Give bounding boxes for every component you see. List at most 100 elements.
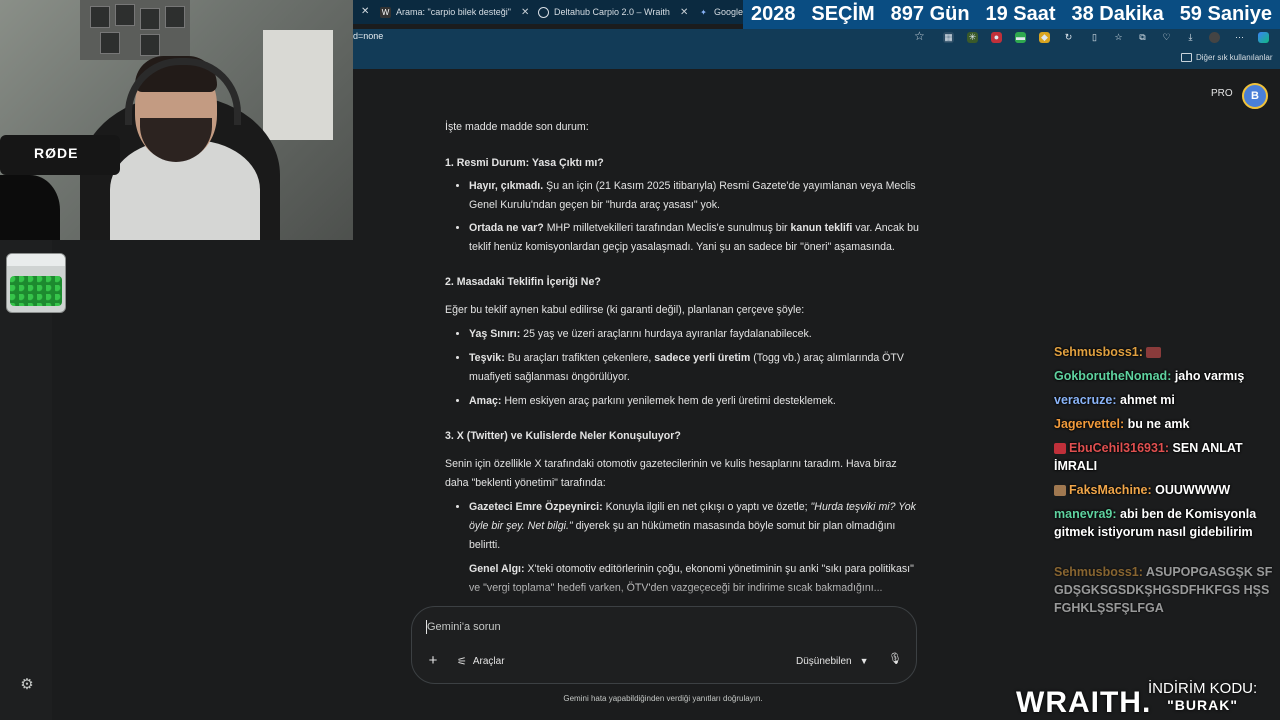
extension-icon[interactable]: ● — [991, 32, 1002, 43]
tab-deltahub[interactable]: Deltahub Carpio 2.0 – Wraith Stu ✕ — [538, 0, 693, 24]
chat-user: Jagervettel: — [1054, 417, 1125, 431]
promo-code-value: "BURAK" — [1167, 697, 1238, 713]
chat-message: Sehmusboss1: ASUPOPGASGŞK SFGDŞGKSGSDKŞH… — [1054, 563, 1276, 617]
avatar[interactable]: B — [1242, 83, 1268, 109]
bullet-bold: Ortada ne var? — [469, 222, 544, 234]
bullet-text: Bu araçları trafikten çekenlere, — [504, 352, 655, 364]
favorites-icon[interactable]: ☆ — [1113, 32, 1124, 43]
tab-label: Deltahub Carpio 2.0 – Wraith Stu — [554, 7, 672, 17]
model-label: Düşünebilen — [796, 655, 852, 667]
foreground-shadow — [0, 175, 60, 240]
bookmark-folder[interactable]: Diğer sık kullanılanlar — [1181, 53, 1272, 62]
list-item: Teşvik: Bu araçları trafikten çekenlere,… — [469, 349, 923, 387]
chat-user: EbuCehil316931: — [1069, 441, 1170, 455]
close-icon[interactable]: ✕ — [521, 7, 529, 18]
bullet-bold: Amaç: — [469, 395, 502, 407]
profile-icon[interactable] — [1209, 32, 1220, 43]
gemini-icon: ✦ — [700, 7, 707, 17]
download-icon[interactable]: ⤓ — [1185, 32, 1196, 43]
prompt-input[interactable]: Gemini'a sorun — [427, 621, 501, 633]
star-icon[interactable]: ☆ — [914, 29, 925, 43]
badge-icon — [1054, 443, 1066, 455]
chat-text: bu ne amk — [1124, 417, 1190, 431]
close-icon[interactable]: ✕ — [361, 6, 369, 17]
chat-message: EbuCehil316931: SEN ANLAT İMRALI — [1054, 439, 1276, 475]
chat-user: Sehmusboss1: — [1054, 565, 1143, 579]
bullet-bold: Genel Algı: — [469, 563, 525, 575]
response-content: İşte madde madde son durum: 1. Resmi Dur… — [445, 118, 923, 598]
jar-gems — [10, 276, 62, 306]
bullet-bold: Yaş Sınırı: — [469, 328, 521, 340]
tools-icon: ⚟ — [457, 655, 467, 668]
list-item: Hayır, çıkmadı. Şu an için (21 Kasım 202… — [469, 177, 923, 215]
chat-user: manevra9: — [1054, 507, 1117, 521]
list-item: Amaç: Hem eskiyen araç parkını yenilemek… — [469, 392, 923, 411]
chat-message: Sehmusboss1: — [1054, 343, 1276, 361]
chat-user: FaksMachine: — [1069, 483, 1152, 497]
collections-icon[interactable]: ⧉ — [1137, 32, 1148, 43]
section-heading: 3. X (Twitter) ve Kulislerde Neler Konuş… — [445, 430, 681, 442]
list-item: Gazeteci Emre Özpeynirci: Konuyla ilgili… — [469, 498, 923, 555]
countdown-label: SEÇİM — [811, 3, 875, 25]
sidepanel-icon[interactable]: ▯ — [1089, 32, 1100, 43]
chevron-down-icon: ▼ — [859, 656, 869, 666]
bullet-text: MHP milletvekilleri tarafından Meclis'e … — [543, 222, 791, 234]
w-icon: W — [380, 6, 391, 18]
promo-code: İNDİRİM KODU: "BURAK" — [1148, 680, 1258, 714]
picture-frame — [165, 6, 185, 28]
bullet-bold: kanun teklifi — [790, 222, 853, 234]
extension-icon[interactable]: ▦ — [943, 32, 954, 43]
sponsor-logo: WRAITH. — [1016, 686, 1152, 719]
countdown-seconds: 59 Saniye — [1179, 3, 1272, 25]
address-text[interactable]: d=none — [353, 31, 383, 41]
tab-label: Arama: "carpio bilek desteği" için — [396, 7, 513, 17]
extension-icon[interactable]: ▬ — [1015, 32, 1026, 43]
chat-message: FaksMachine: OUUWWWW — [1054, 481, 1276, 499]
countdown-hours: 19 Saat — [985, 3, 1056, 25]
globe-icon — [538, 6, 549, 18]
folder-icon — [1181, 53, 1192, 62]
chat-text: ahmet mi — [1116, 393, 1175, 407]
section-heading: 1. Resmi Durum: Yasa Çıktı mı? — [445, 157, 604, 169]
chat-message: GokborutheNomad: jaho varmış — [1054, 367, 1276, 385]
extension-icon[interactable]: ◆ — [1039, 32, 1050, 43]
picture-frame — [100, 32, 120, 54]
disclaimer: Gemini hata yapabildiğinden verdiği yanı… — [563, 694, 763, 703]
bookmark-bar — [353, 49, 1280, 69]
section-list: Hayır, çıkmadı. Şu an için (21 Kasım 202… — [445, 177, 923, 257]
extension-icon[interactable]: ✳ — [967, 32, 978, 43]
easel — [263, 30, 333, 140]
prompt-box[interactable] — [411, 606, 917, 684]
bullet-text: Hem eskiyen araç parkını yenilemek hem d… — [501, 395, 836, 407]
model-selector[interactable]: Düşünebilen ▼ — [796, 654, 869, 668]
gem-jar-widget — [6, 253, 66, 313]
picture-frame — [140, 34, 160, 56]
settings-icon[interactable]: ⚙ — [18, 676, 36, 694]
picture-frame — [115, 4, 135, 26]
tools-button[interactable]: ⚟ Araçlar — [457, 654, 505, 668]
chat-message: Jagervettel: bu ne amk — [1054, 415, 1276, 433]
refresh-icon[interactable]: ↻ — [1063, 32, 1074, 43]
tab-search[interactable]: W Arama: "carpio bilek desteği" için ✕ — [380, 0, 530, 24]
election-countdown: 2028 SEÇİM 897 Gün 19 Saat 38 Dakika 59 … — [743, 0, 1280, 29]
webcam-feed: RØDE — [0, 0, 353, 240]
copilot-icon[interactable] — [1258, 32, 1269, 43]
add-icon[interactable]: + — [425, 653, 441, 669]
intro-text: İşte madde madde son durum: — [445, 121, 589, 133]
bullet-bold: Gazeteci Emre Özpeynirci: — [469, 501, 603, 513]
picture-frame — [140, 8, 160, 30]
heart-icon[interactable]: ♡ — [1161, 32, 1172, 43]
chat-message: manevra9: abi ben de Komisyonla gitmek i… — [1054, 505, 1276, 541]
section-heading: 2. Masadaki Teklifin İçeriği Ne? — [445, 276, 601, 288]
chat-user: veracruze: — [1054, 393, 1117, 407]
emote-icon — [1146, 347, 1162, 359]
microphone-icon[interactable]: 🎙 — [887, 652, 903, 668]
bullet-text: Konuyla ilgili en net çıkışı o yaptı ve … — [602, 501, 811, 513]
tab-gemini[interactable]: ✦ Google — [698, 0, 748, 24]
promo-title: İNDİRİM KODU: — [1148, 680, 1258, 697]
section-intro: Senin için özellikle X tarafındaki otomo… — [445, 458, 897, 489]
close-icon[interactable]: ✕ — [680, 7, 688, 18]
tools-label: Araçlar — [472, 655, 505, 667]
more-icon[interactable]: ⋯ — [1234, 32, 1245, 43]
bookmark-folder-label: Diğer sık kullanılanlar — [1196, 53, 1273, 62]
